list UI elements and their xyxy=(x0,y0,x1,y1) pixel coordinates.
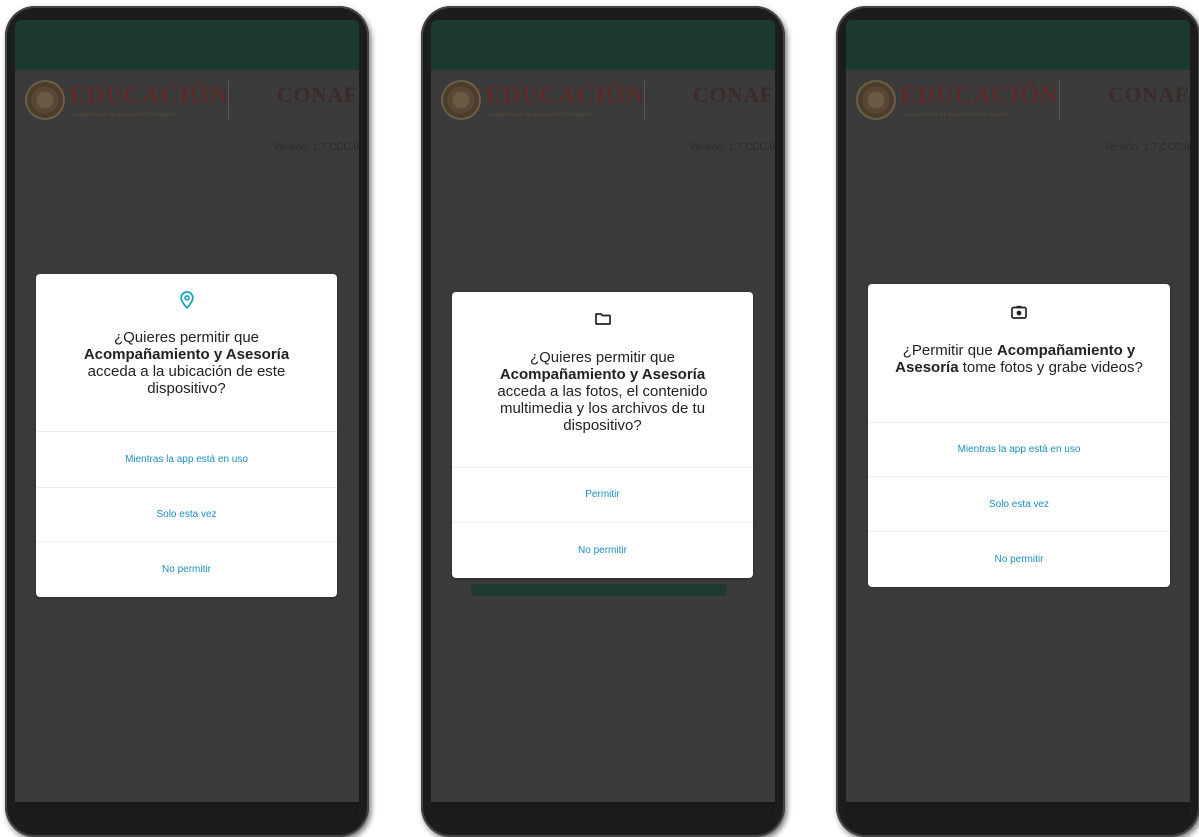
conafe-subtitle: Consejo Nacional de Fomento Educativo xyxy=(247,114,335,119)
deny-button[interactable]: No permitir xyxy=(868,554,1170,565)
education-title: EDUCACIÓN xyxy=(485,82,644,109)
header-divider xyxy=(644,80,645,120)
education-title: EDUCACIÓN xyxy=(69,82,228,109)
divider xyxy=(452,467,753,468)
divider xyxy=(36,487,337,488)
divider xyxy=(452,522,753,523)
folder-icon xyxy=(594,312,611,330)
allow-button[interactable]: Permitir xyxy=(452,489,753,500)
prompt-prefix: ¿Quieres permitir que xyxy=(113,329,260,346)
phone-screen-1: EDUCACIÓN SECRETARÍA DE EDUCACIÓN PÚBLIC… xyxy=(15,20,359,823)
only-this-time-button[interactable]: Solo esta vez xyxy=(36,509,337,520)
navigation-bar xyxy=(431,802,775,823)
while-in-use-button[interactable]: Mientras la app está en uso xyxy=(868,444,1170,455)
navigation-bar xyxy=(15,802,359,823)
prompt-suffix: acceda a la ubicación de este dispositiv… xyxy=(87,363,286,397)
prompt-prefix: ¿Quieres permitir que xyxy=(529,349,676,366)
conafe-logo-text: CONAFE xyxy=(277,82,359,107)
sep-seal-logo xyxy=(441,80,481,120)
header-divider xyxy=(228,80,229,120)
status-bar xyxy=(15,20,359,70)
app-name: Acompañamiento y Asesoría xyxy=(499,366,706,383)
education-subtitle: SECRETARÍA DE EDUCACIÓN PÚBLICA xyxy=(903,112,1008,117)
header-divider xyxy=(1059,80,1060,120)
divider xyxy=(36,431,337,432)
phone-frame-1: EDUCACIÓN SECRETARÍA DE EDUCACIÓN PÚBLIC… xyxy=(5,6,369,837)
permission-dialog-storage: ¿Quieres permitir que Acompañamiento y A… xyxy=(452,292,753,578)
education-subtitle: SECRETARÍA DE EDUCACIÓN PÚBLICA xyxy=(488,112,593,117)
version-label: Versión: 1.7.CCC.0 xyxy=(1104,142,1190,153)
sep-seal-logo xyxy=(856,80,896,120)
phone-screen-3: EDUCACIÓN SECRETARÍA DE EDUCACIÓN PÚBLIC… xyxy=(846,20,1190,823)
phone-screen-2: EDUCACIÓN SECRETARÍA DE EDUCACIÓN PÚBLIC… xyxy=(431,20,775,823)
permission-message: ¿Quieres permitir que Acompañamiento y A… xyxy=(46,329,327,397)
only-this-time-button[interactable]: Solo esta vez xyxy=(868,499,1170,510)
phone-frame-2: EDUCACIÓN SECRETARÍA DE EDUCACIÓN PÚBLIC… xyxy=(421,6,785,837)
camera-icon xyxy=(1011,305,1027,324)
app-header: EDUCACIÓN SECRETARÍA DE EDUCACIÓN PÚBLIC… xyxy=(431,70,775,132)
divider xyxy=(868,476,1170,477)
background-button xyxy=(471,584,727,596)
prompt-suffix: acceda a las fotos, el contenido multime… xyxy=(497,383,708,434)
divider xyxy=(868,531,1170,532)
education-title: EDUCACIÓN xyxy=(900,82,1059,109)
permission-dialog-camera: ¿Permitir que Acompañamiento y Asesoría … xyxy=(868,284,1170,587)
location-pin-icon xyxy=(179,291,194,314)
deny-button[interactable]: No permitir xyxy=(452,545,753,556)
permission-message: ¿Quieres permitir que Acompañamiento y A… xyxy=(462,349,743,434)
app-header: EDUCACIÓN SECRETARÍA DE EDUCACIÓN PÚBLIC… xyxy=(15,70,359,132)
divider xyxy=(868,422,1170,423)
divider xyxy=(36,541,337,542)
education-subtitle: SECRETARÍA DE EDUCACIÓN PÚBLICA xyxy=(72,112,177,117)
status-bar xyxy=(431,20,775,70)
navigation-bar xyxy=(846,802,1190,823)
app-header: EDUCACIÓN SECRETARÍA DE EDUCACIÓN PÚBLIC… xyxy=(846,70,1190,132)
prompt-prefix: ¿Permitir que xyxy=(902,342,993,359)
permission-dialog-location: ¿Quieres permitir que Acompañamiento y A… xyxy=(36,274,337,597)
conafe-subtitle: Consejo Nacional de Fomento Educativo xyxy=(663,114,751,119)
status-bar xyxy=(846,20,1190,70)
version-label: Versión: 1.7.CCC.0 xyxy=(273,142,359,153)
prompt-suffix: tome fotos y grabe videos? xyxy=(962,359,1143,376)
while-in-use-button[interactable]: Mientras la app está en uso xyxy=(36,454,337,465)
conafe-logo-text: CONAFE xyxy=(1108,82,1190,107)
permission-message: ¿Permitir que Acompañamiento y Asesoría … xyxy=(878,342,1160,376)
app-name: Acompañamiento y Asesoría xyxy=(83,346,290,363)
conafe-logo-text: CONAFE xyxy=(693,82,775,107)
phone-frame-3: EDUCACIÓN SECRETARÍA DE EDUCACIÓN PÚBLIC… xyxy=(836,6,1199,837)
sep-seal-logo xyxy=(25,80,65,120)
deny-button[interactable]: No permitir xyxy=(36,564,337,575)
conafe-subtitle: Consejo Nacional de Fomento Educativo xyxy=(1078,114,1166,119)
version-label: Versión: 1.7.CCC.0 xyxy=(689,142,775,153)
